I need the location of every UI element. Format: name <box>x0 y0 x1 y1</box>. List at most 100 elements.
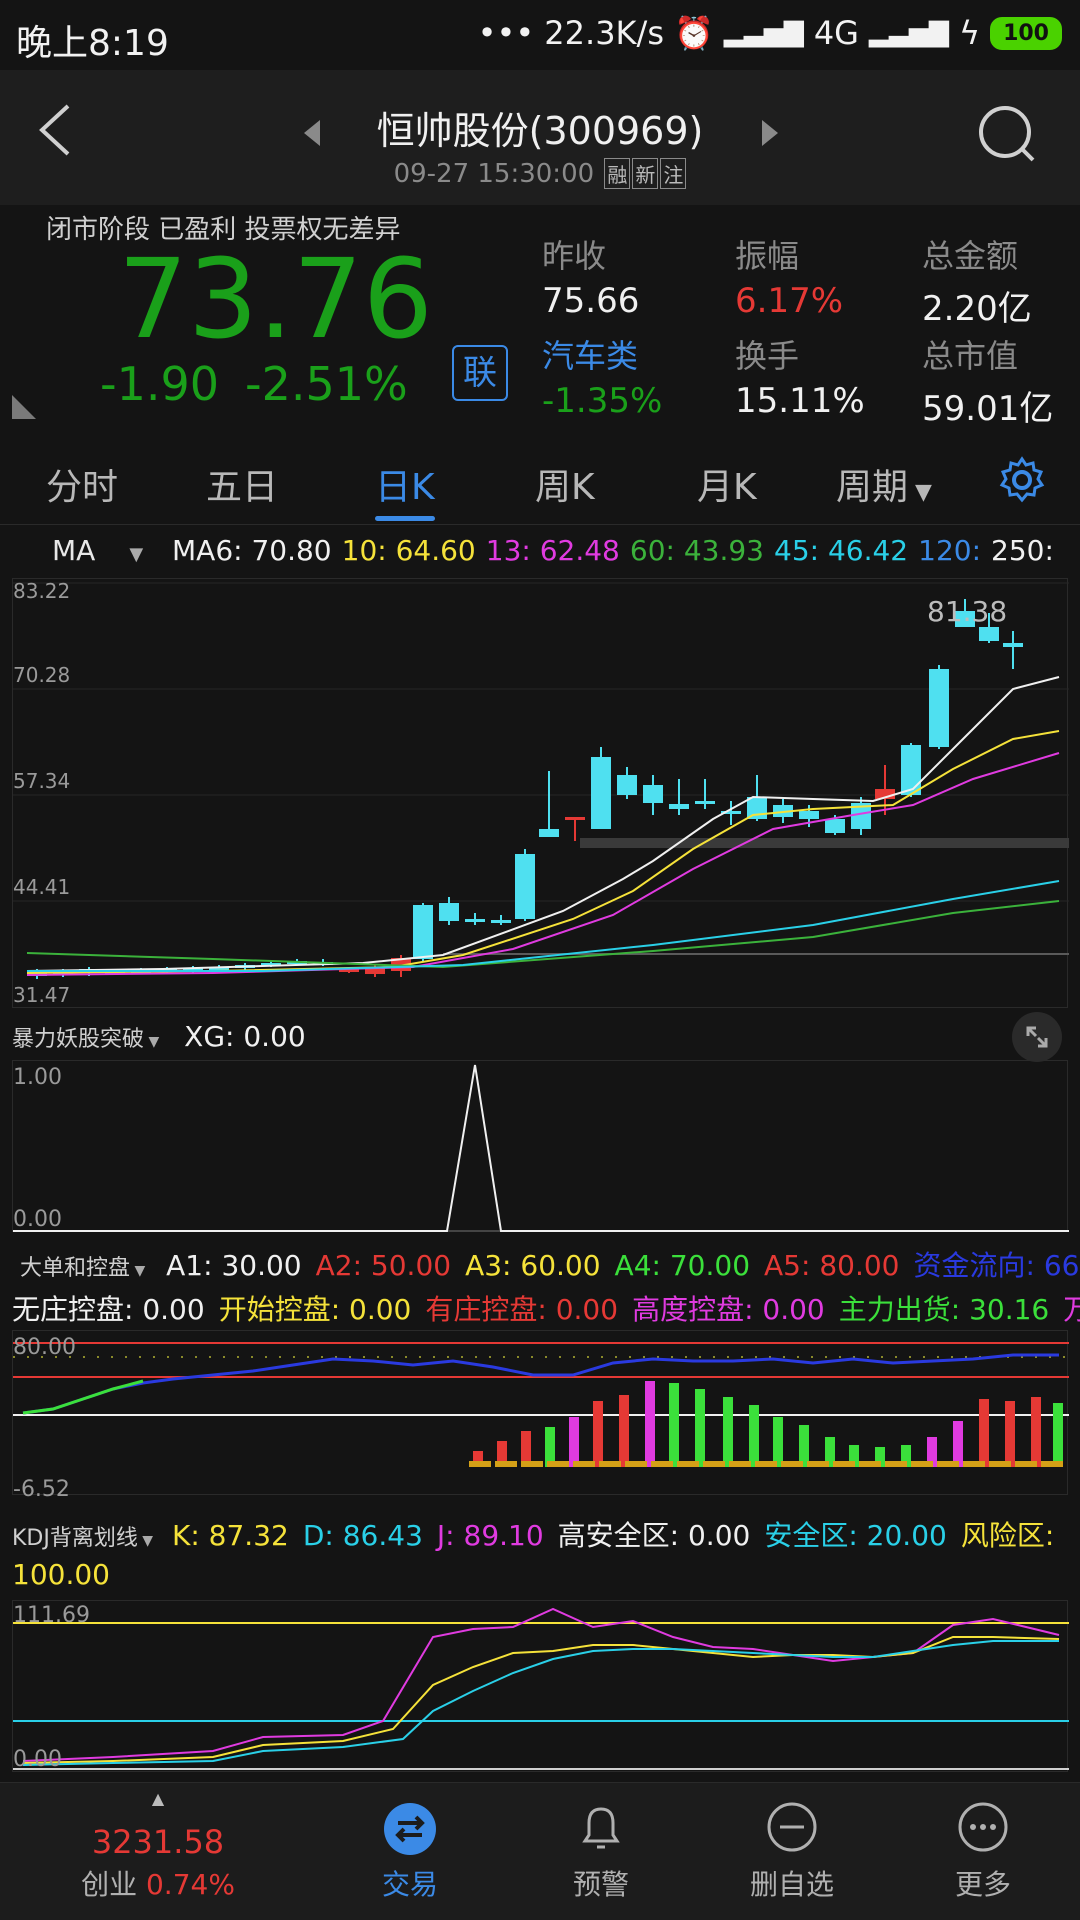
dadan-value-4: A5: 80.00 <box>764 1249 900 1282</box>
status-icons: ••• 22.3K/s ⏰ ▂▃▅▇ 4G ▂▃▅▇ ϟ 100 <box>478 14 1062 52</box>
kline-chart[interactable]: 83.22 70.28 57.34 44.41 31.47 81.38 <box>12 578 1069 1008</box>
dadan-bar <box>1031 1397 1041 1467</box>
nav-more[interactable]: 更多 <box>875 1783 1080 1920</box>
dadan-gold-bar <box>781 1461 803 1467</box>
index-name: 创业 <box>81 1868 138 1901</box>
stat-label-turnover: 换手 <box>735 337 800 375</box>
kdj-risk-value: 100.00 <box>12 1558 110 1591</box>
xg-chart: 1.00 0.00 <box>12 1060 1069 1232</box>
ma-values: MA6: 70.80 10: 64.60 13: 62.48 60: 43.93 45:… <box>172 534 1064 567</box>
dadan-gold-bar <box>755 1461 777 1467</box>
xg-name-label: 暴力妖股突破 <box>12 1027 145 1052</box>
dadan-bar <box>695 1389 705 1467</box>
caret-up-icon: ▲ <box>151 1789 165 1808</box>
ma-value-3: 60: 43.93 <box>629 534 764 567</box>
dropdown-arrow-icon: ▼ <box>144 1034 160 1050</box>
kdj-values: K: 87.32 D: 86.43 J: 89.10 高安全区: 0.00 安全区: 2… <box>172 1519 1068 1552</box>
nav-remove-label: 删自选 <box>749 1868 834 1901</box>
xg-svg <box>13 1064 1069 1232</box>
candle-body <box>695 801 715 804</box>
candle-body <box>439 903 459 921</box>
dadan-bar <box>773 1417 783 1467</box>
xg-header: 暴力妖股突破 ▼ XG: 0.00 <box>12 1020 306 1053</box>
tab-daily-k[interactable]: 日K <box>375 458 435 510</box>
ma-label: MA <box>52 534 96 567</box>
dadan-ctrl-value-0: 无庄控盘: 0.00 <box>12 1293 205 1326</box>
dadan-values-row1: A1: 30.00 A2: 50.00 A3: 60.00 A4: 70.00 A5: … <box>166 1249 1080 1282</box>
dadan-gold-bar <box>1015 1461 1037 1467</box>
kdj-value-5: 风险区: <box>960 1519 1055 1552</box>
candle-body <box>565 817 585 820</box>
tab-weekly-k[interactable]: 周K <box>535 458 595 510</box>
ma-value-4: 45: 46.42 <box>774 534 909 567</box>
next-stock-icon[interactable] <box>758 118 782 152</box>
ma-selector[interactable]: MA ▼ <box>52 534 143 567</box>
ma-value-1: 10: 64.60 <box>341 534 476 567</box>
k-y-label-1: 83.22 <box>13 579 71 603</box>
stock-datetime-row: 09-27 15:30:00 融新注 <box>0 158 1080 189</box>
tag-zhu: 注 <box>660 158 687 189</box>
nav-trade[interactable]: 交易 <box>302 1783 518 1920</box>
xg-value: XG: 0.00 <box>184 1020 306 1053</box>
dadan-gold-bar <box>521 1461 543 1467</box>
tab-intraday[interactable]: 分时 <box>46 458 118 510</box>
dadan-value-0: A1: 30.00 <box>166 1249 302 1282</box>
settings-gear-icon[interactable] <box>998 456 1046 508</box>
stat-value-market-cap: 59.01亿 <box>922 389 1054 429</box>
tab-monthly-k[interactable]: 月K <box>697 458 757 510</box>
tab-period[interactable]: 周期 ▼ <box>836 458 932 510</box>
tab-five-day[interactable]: 五日 <box>206 458 278 510</box>
xg-name[interactable]: 暴力妖股突破 ▼ <box>12 1027 159 1052</box>
dadan-gold-bar <box>729 1461 751 1467</box>
dadan-gold-bar <box>833 1461 855 1467</box>
lian-button[interactable]: 联 <box>452 345 508 401</box>
dadan-bar <box>723 1397 733 1467</box>
candle-body <box>929 669 949 747</box>
ma-value-5: 120: <box>918 534 982 567</box>
net-speed: 22.3K/s <box>544 14 664 52</box>
dadan-value-2: A3: 60.00 <box>465 1249 601 1282</box>
candle-body <box>669 804 689 809</box>
kdj-chart: 111.69 0.00 <box>12 1600 1069 1772</box>
xg-y-bottom: 0.00 <box>13 1207 62 1232</box>
candle-body <box>539 829 559 837</box>
signal-icon: ▂▃▅▇ <box>723 18 804 48</box>
search-icon[interactable] <box>975 102 1039 170</box>
stock-title: 恒帅股份(300969) <box>376 109 704 153</box>
candle-body <box>901 745 921 795</box>
candle-body <box>617 775 637 795</box>
dadan-y-bottom: -6.52 <box>13 1477 70 1502</box>
nav-alert[interactable]: 预警 <box>493 1783 709 1920</box>
dadan-bar <box>1005 1401 1015 1467</box>
ma-value-6: 250: <box>991 534 1054 567</box>
expand-icon[interactable] <box>1012 1012 1062 1062</box>
dadan-bar <box>799 1425 809 1467</box>
nav-more-label: 更多 <box>954 1868 1011 1901</box>
stat-value-amount: 2.20亿 <box>922 289 1032 329</box>
candle-body <box>825 819 845 833</box>
dadan-gold-bar <box>495 1461 517 1467</box>
dadan-name[interactable]: 大单和控盘 ▼ <box>20 1256 145 1281</box>
nav-alert-label: 预警 <box>572 1868 629 1901</box>
stat-value-amplitude: 6.17% <box>735 281 844 321</box>
tab-period-label: 周期 <box>836 467 909 508</box>
fund-flow-line <box>22 1353 1059 1415</box>
index-name-row: 创业 0.74% <box>50 1863 266 1903</box>
kdj-j-line <box>22 1607 1060 1762</box>
k-y-label-4: 44.41 <box>13 875 71 899</box>
nav-remove-watchlist[interactable]: 删自选 <box>684 1783 900 1920</box>
ma-value-0: MA6: 70.80 <box>172 534 332 567</box>
k-y-label-2: 70.28 <box>13 663 71 687</box>
bell-icon <box>573 1799 629 1859</box>
dadan-bar <box>979 1399 989 1467</box>
dadan-gold-bar <box>651 1461 673 1467</box>
sector-link[interactable]: 汽车类 <box>542 331 638 377</box>
dadan-gold-bar <box>859 1461 881 1467</box>
candle-body <box>591 757 611 829</box>
dadan-gold-bar <box>703 1461 725 1467</box>
index-ticker[interactable]: ▲ 3231.58 创业 0.74% <box>50 1783 266 1920</box>
dadan-bar <box>593 1401 603 1467</box>
dadan-ctrl-value-1: 开始控盘: 0.00 <box>218 1293 412 1326</box>
kdj-name[interactable]: KDJ背离划线 ▼ <box>12 1526 153 1551</box>
charging-icon: ϟ <box>958 14 981 52</box>
